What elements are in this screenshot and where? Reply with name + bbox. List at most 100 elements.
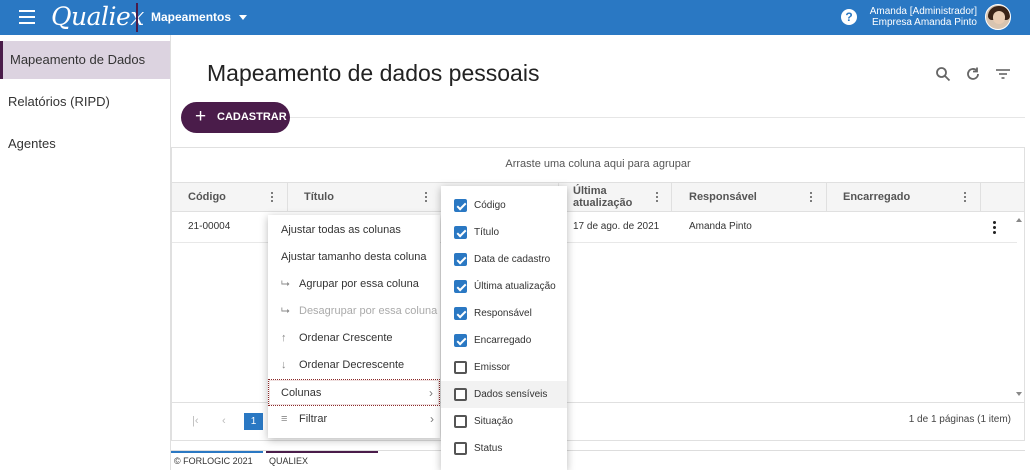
column-toggle-item[interactable]: Título: [441, 219, 567, 246]
column-divider[interactable]: [826, 183, 827, 212]
module-selector[interactable]: Mapeamentos: [151, 10, 248, 24]
column-menu-icon[interactable]: [425, 192, 428, 203]
column-toggle-label: Data de cadastro: [474, 254, 551, 265]
column-toggle-label: Título: [474, 227, 500, 238]
column-divider[interactable]: [980, 183, 981, 212]
column-toggle-item[interactable]: Dados sensíveis: [441, 381, 567, 408]
header-encarregado[interactable]: Encarregado: [843, 183, 910, 212]
cell-ultima-atualizacao: 17 de ago. de 2021: [573, 221, 660, 232]
cell-codigo: 21-00004: [188, 221, 231, 232]
search-icon[interactable]: [935, 66, 951, 82]
header-responsavel[interactable]: Responsável: [689, 183, 757, 212]
column-divider[interactable]: [671, 183, 672, 212]
menu-item-ajustar-coluna[interactable]: Ajustar tamanho desta coluna: [268, 244, 440, 271]
column-chooser-menu: Código Título Data de cadastro Última atual…: [441, 186, 567, 470]
footer-brand[interactable]: QUALIEX: [269, 456, 308, 466]
checkbox-unchecked-icon[interactable]: [454, 415, 467, 428]
menu-item-ordenar-decrescente[interactable]: ↓ Ordenar Decrescente: [268, 352, 440, 379]
user-company: Empresa Amanda Pinto: [871, 17, 977, 28]
footer-copyright: © FORLOGIC 2021: [174, 456, 253, 466]
column-context-menu: Ajustar todas as colunas Ajustar tamanho…: [268, 215, 440, 438]
chevron-right-icon: ›: [430, 412, 434, 426]
scroll-up-icon[interactable]: [1016, 218, 1022, 222]
menu-item-colunas[interactable]: Colunas ›: [268, 379, 440, 406]
scroll-down-icon[interactable]: [1016, 392, 1022, 396]
chevron-right-icon: ›: [429, 386, 433, 400]
arrow-down-icon: ↓: [281, 359, 287, 371]
previous-page-icon[interactable]: ‹: [222, 415, 226, 427]
sidebar-item-mapeamento[interactable]: Mapeamento de Dados: [0, 41, 170, 79]
checkbox-checked-icon[interactable]: [454, 199, 467, 212]
module-label: Mapeamentos: [151, 10, 232, 24]
header-codigo[interactable]: Código: [188, 183, 226, 212]
column-toggle-label: Código: [474, 200, 506, 211]
menu-item-label: Agrupar por essa coluna: [299, 278, 419, 290]
checkbox-unchecked-icon[interactable]: [454, 442, 467, 455]
sidebar: Mapeamento de Dados Relatórios (RIPD) Ag…: [0, 35, 171, 470]
user-name: Amanda [Administrador]: [869, 6, 977, 17]
cell-responsavel: Amanda Pinto: [689, 221, 752, 232]
header-ultima-atualizacao[interactable]: Última atualização: [573, 183, 643, 212]
menu-item-label: Filtrar: [299, 413, 328, 425]
column-menu-icon[interactable]: [810, 192, 813, 203]
arrow-up-icon: ↑: [281, 332, 287, 344]
column-toggle-item[interactable]: Situação: [441, 408, 567, 435]
footer-accent-bar: [266, 451, 378, 453]
group-icon: ⮡: [281, 278, 290, 290]
menu-item-label: Colunas: [281, 387, 322, 399]
footer-accent-bar: [171, 451, 263, 453]
column-toggle-item[interactable]: Responsável: [441, 300, 567, 327]
sidebar-item-agentes[interactable]: Agentes: [0, 125, 170, 163]
refresh-icon[interactable]: [965, 66, 981, 82]
checkbox-checked-icon[interactable]: [454, 226, 467, 239]
column-toggle-item[interactable]: Emissor: [441, 354, 567, 381]
first-page-icon[interactable]: |‹: [192, 415, 199, 427]
menu-item-label: Desagrupar por essa coluna: [299, 305, 438, 317]
column-toggle-label: Situação: [474, 416, 513, 427]
avatar[interactable]: [985, 4, 1011, 30]
column-toggle-item[interactable]: Última atualização: [441, 273, 567, 300]
sidebar-item-relatorios[interactable]: Relatórios (RIPD): [0, 83, 170, 121]
menu-item-label: Ajustar tamanho desta coluna: [281, 251, 427, 263]
caret-down-icon: [239, 15, 248, 21]
checkbox-checked-icon[interactable]: [454, 253, 467, 266]
group-panel[interactable]: Arraste uma coluna aqui para agrupar: [172, 148, 1024, 183]
menu-item-filtrar[interactable]: ≡ Filtrar ›: [268, 406, 440, 433]
menu-item-desagrupar[interactable]: ⮡ Desagrupar por essa coluna: [268, 298, 440, 325]
column-menu-icon[interactable]: [964, 192, 967, 203]
column-divider[interactable]: [287, 183, 288, 212]
app-logo[interactable]: Qualiex: [51, 2, 144, 31]
checkbox-checked-icon[interactable]: [454, 280, 467, 293]
vertical-scrollbar[interactable]: [1014, 212, 1024, 402]
pager-info: 1 de 1 páginas (1 item): [908, 414, 1011, 425]
column-menu-icon[interactable]: [656, 192, 659, 203]
user-info[interactable]: Amanda [Administrador] Empresa Amanda Pi…: [870, 6, 977, 28]
column-toggle-label: Dados sensíveis: [474, 389, 548, 400]
checkbox-checked-icon[interactable]: [454, 334, 467, 347]
page-title: Mapeamento de dados pessoais: [207, 60, 540, 86]
menu-item-ajustar-todas[interactable]: Ajustar todas as colunas: [268, 217, 440, 244]
menu-item-agrupar[interactable]: ⮡ Agrupar por essa coluna: [268, 271, 440, 298]
column-toggle-label: Responsável: [474, 308, 532, 319]
column-toggle-item[interactable]: Status: [441, 435, 567, 462]
checkbox-checked-icon[interactable]: [454, 307, 467, 320]
top-bar: Qualiex Mapeamentos ? Amanda [Administra…: [0, 0, 1030, 35]
column-toggle-label: Status: [474, 443, 503, 454]
column-toggle-item[interactable]: Data de cadastro: [441, 246, 567, 273]
column-toggle-item[interactable]: Encarregado: [441, 327, 567, 354]
filter-icon[interactable]: [995, 66, 1011, 82]
menu-item-ordenar-crescente[interactable]: ↑ Ordenar Crescente: [268, 325, 440, 352]
page-number-button[interactable]: 1: [244, 413, 263, 430]
filter-icon: ≡: [281, 413, 288, 425]
column-menu-icon[interactable]: [271, 192, 274, 203]
checkbox-unchecked-icon[interactable]: [454, 388, 467, 401]
column-toggle-label: Última atualização: [474, 281, 556, 292]
checkbox-unchecked-icon[interactable]: [454, 361, 467, 374]
footer: © FORLOGIC 2021 QUALIEX: [171, 450, 1025, 470]
column-toggle-item[interactable]: Código: [441, 192, 567, 219]
row-actions-icon[interactable]: [993, 221, 997, 235]
cadastrar-button[interactable]: + CADASTRAR: [181, 102, 290, 133]
header-titulo[interactable]: Título: [304, 183, 334, 212]
menu-icon[interactable]: [19, 10, 35, 24]
help-icon[interactable]: ?: [841, 9, 857, 25]
